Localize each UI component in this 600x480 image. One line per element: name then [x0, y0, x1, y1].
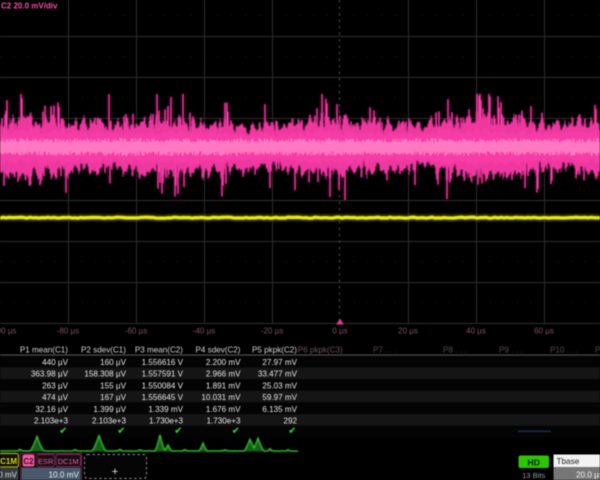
svg-text:✔: ✔: [117, 426, 125, 436]
svg-text:P1 mean(C1): P1 mean(C1): [20, 346, 68, 355]
svg-text:1.730e+3: 1.730e+3: [207, 417, 241, 426]
svg-text:-60 µs: -60 µs: [125, 327, 147, 336]
svg-text:P6 pkpk(C3): P6 pkpk(C3): [298, 346, 343, 355]
svg-text:292: 292: [283, 417, 297, 426]
svg-text:P . . .: P . . .: [595, 346, 600, 355]
svg-text:1.399 µV: 1.399 µV: [93, 405, 126, 414]
svg-text:+: +: [112, 466, 118, 478]
svg-text:155 µV: 155 µV: [100, 381, 126, 390]
svg-text:2.200 mV: 2.200 mV: [206, 358, 241, 367]
svg-text:60 µs: 60 µs: [534, 327, 554, 336]
svg-text:Tbase: Tbase: [557, 457, 580, 466]
svg-text:1.891 mV: 1.891 mV: [206, 381, 241, 390]
svg-text:P8 . . .: P8 . . .: [443, 346, 466, 355]
svg-text:1.550084 V: 1.550084 V: [142, 381, 184, 390]
svg-text:167 µV: 167 µV: [100, 393, 126, 402]
svg-text:✔: ✔: [288, 426, 296, 436]
svg-text:363.98 µV: 363.98 µV: [31, 370, 69, 379]
svg-text:2.103e+3: 2.103e+3: [34, 417, 68, 426]
svg-text:P5 pkpk(C2): P5 pkpk(C2): [252, 346, 297, 355]
svg-text:1.676 mV: 1.676 mV: [206, 405, 241, 414]
svg-text:13 Bits: 13 Bits: [522, 471, 545, 480]
svg-text:10.0 mV: 10.0 mV: [49, 471, 80, 480]
svg-text:P9 . . .: P9 . . .: [499, 346, 522, 355]
svg-text:P4 sdev(C2): P4 sdev(C2): [196, 346, 241, 355]
svg-text:-80 µs: -80 µs: [57, 327, 79, 336]
svg-text:25.03 mV: 25.03 mV: [262, 381, 297, 390]
svg-text:✔: ✔: [59, 426, 67, 436]
svg-text:20.0 µs: 20.0 µs: [576, 471, 600, 480]
svg-text:6.135 mV: 6.135 mV: [262, 405, 297, 414]
svg-text:40 µs: 40 µs: [466, 327, 486, 336]
svg-text:2.966 mV: 2.966 mV: [206, 370, 241, 379]
svg-text:-100 µs: -100 µs: [0, 327, 16, 336]
svg-text:1.556645 V: 1.556645 V: [142, 393, 184, 402]
svg-text:✔: ✔: [232, 426, 240, 436]
svg-text:474 µV: 474 µV: [42, 393, 68, 402]
svg-text:160 µV: 160 µV: [100, 358, 126, 367]
svg-text:59.97 mV: 59.97 mV: [262, 393, 297, 402]
svg-text:P10 . . .: P10 . . .: [550, 346, 578, 355]
svg-text:2.103e+3: 2.103e+3: [92, 417, 126, 426]
svg-text:33.477 mV: 33.477 mV: [258, 370, 298, 379]
svg-text:DC1M: DC1M: [58, 457, 79, 466]
svg-text:HD: HD: [527, 458, 539, 468]
svg-text:P3 mean(C2): P3 mean(C2): [135, 346, 183, 355]
svg-text:10.031 mV: 10.031 mV: [201, 393, 241, 402]
svg-text:1.556616 V: 1.556616 V: [142, 358, 184, 367]
svg-text:1.730e+3: 1.730e+3: [149, 417, 183, 426]
svg-text:158.308 µV: 158.308 µV: [84, 370, 126, 379]
svg-text:C2 20.0 mV/div: C2 20.0 mV/div: [1, 2, 58, 11]
svg-text:0 µs: 0 µs: [332, 327, 347, 336]
svg-text:C2: C2: [23, 457, 34, 466]
svg-text:263 µV: 263 µV: [42, 381, 68, 390]
svg-text:20 µs: 20 µs: [398, 327, 418, 336]
svg-text:ESR: ESR: [38, 457, 53, 466]
svg-text:P2 sdev(C1): P2 sdev(C1): [81, 346, 126, 355]
svg-text:DC1M: DC1M: [0, 457, 17, 466]
svg-text:-20 µs: -20 µs: [261, 327, 283, 336]
svg-text:1.557591 V: 1.557591 V: [142, 370, 184, 379]
svg-text:1.339 mV: 1.339 mV: [148, 405, 183, 414]
svg-text:32.16 µV: 32.16 µV: [35, 405, 68, 414]
svg-text:27.97 mV: 27.97 mV: [262, 358, 297, 367]
svg-text:-40 µs: -40 µs: [193, 327, 215, 336]
svg-text:440 µV: 440 µV: [42, 358, 68, 367]
svg-text:0 mV: 0 mV: [0, 471, 18, 480]
svg-text:P7 . . .: P7 . . .: [373, 346, 396, 355]
svg-text:✔: ✔: [174, 426, 182, 436]
